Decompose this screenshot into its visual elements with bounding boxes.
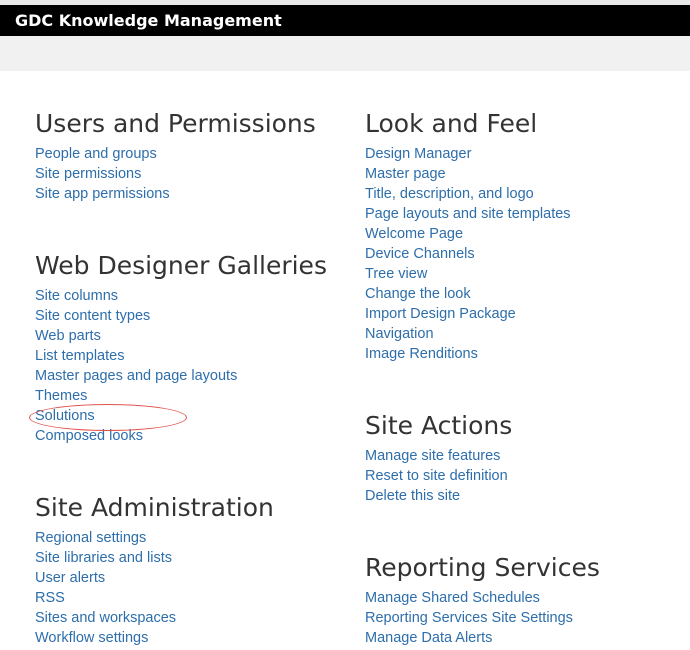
link-device-channels[interactable]: Device Channels [365, 244, 571, 264]
link-reporting-services-site-settings[interactable]: Reporting Services Site Settings [365, 608, 600, 628]
link-title-description-and-logo[interactable]: Title, description, and logo [365, 184, 571, 204]
section-heading: Users and Permissions [35, 109, 316, 138]
section-site-administration: Site Administration Regional settings Sit… [35, 494, 274, 648]
link-list: Design Manager Master page Title, descript… [365, 144, 571, 364]
link-workflow-settings[interactable]: Workflow settings [35, 628, 274, 648]
link-rss[interactable]: RSS [35, 588, 274, 608]
link-image-renditions[interactable]: Image Renditions [365, 344, 571, 364]
link-list-templates[interactable]: List templates [35, 346, 327, 366]
highlight-ellipse [29, 404, 187, 431]
section-heading: Site Administration [35, 493, 274, 522]
link-reset-to-site-definition[interactable]: Reset to site definition [365, 466, 512, 486]
link-manage-shared-schedules[interactable]: Manage Shared Schedules [365, 588, 600, 608]
section-heading: Web Designer Galleries [35, 251, 327, 280]
link-site-libraries-and-lists[interactable]: Site libraries and lists [35, 548, 274, 568]
link-user-alerts[interactable]: User alerts [35, 568, 274, 588]
link-regional-settings[interactable]: Regional settings [35, 528, 274, 548]
site-title-bar: GDC Knowledge Management [0, 5, 690, 36]
link-master-page[interactable]: Master page [365, 164, 571, 184]
link-site-columns[interactable]: Site columns [35, 286, 327, 306]
link-sites-and-workspaces[interactable]: Sites and workspaces [35, 608, 274, 628]
section-heading: Look and Feel [365, 109, 538, 138]
section-heading: Reporting Services [365, 553, 600, 582]
link-welcome-page[interactable]: Welcome Page [365, 224, 571, 244]
ribbon-bar [0, 36, 690, 71]
link-tree-view[interactable]: Tree view [365, 264, 571, 284]
section-users-and-permissions: Users and Permissions People and groups S… [35, 110, 316, 204]
link-manage-data-alerts[interactable]: Manage Data Alerts [365, 628, 600, 648]
section-heading: Site Actions [365, 411, 513, 440]
link-change-the-look[interactable]: Change the look [365, 284, 571, 304]
link-site-app-permissions[interactable]: Site app permissions [35, 184, 316, 204]
section-look-and-feel: Look and Feel Design Manager Master page T… [365, 110, 571, 364]
link-site-permissions[interactable]: Site permissions [35, 164, 316, 184]
link-themes[interactable]: Themes [35, 386, 327, 406]
link-web-parts[interactable]: Web parts [35, 326, 327, 346]
section-site-actions: Site Actions Manage site features Reset t… [365, 412, 512, 506]
link-manage-site-features[interactable]: Manage site features [365, 446, 512, 466]
link-list: People and groups Site permissions Site ap… [35, 144, 316, 204]
link-master-pages-and-page-layouts[interactable]: Master pages and page layouts [35, 366, 327, 386]
section-reporting-services: Reporting Services Manage Shared Schedul… [365, 554, 600, 648]
link-site-content-types[interactable]: Site content types [35, 306, 327, 326]
link-navigation[interactable]: Navigation [365, 324, 571, 344]
link-people-and-groups[interactable]: People and groups [35, 144, 316, 164]
link-import-design-package[interactable]: Import Design Package [365, 304, 571, 324]
link-page-layouts-and-site-templates[interactable]: Page layouts and site templates [365, 204, 571, 224]
site-title[interactable]: GDC Knowledge Management [15, 11, 282, 30]
link-delete-this-site[interactable]: Delete this site [365, 486, 512, 506]
link-list: Regional settings Site libraries and list… [35, 528, 274, 648]
link-list: Manage site features Reset to site defini… [365, 446, 512, 506]
link-design-manager[interactable]: Design Manager [365, 144, 571, 164]
link-list: Manage Shared Schedules Reporting Service… [365, 588, 600, 648]
